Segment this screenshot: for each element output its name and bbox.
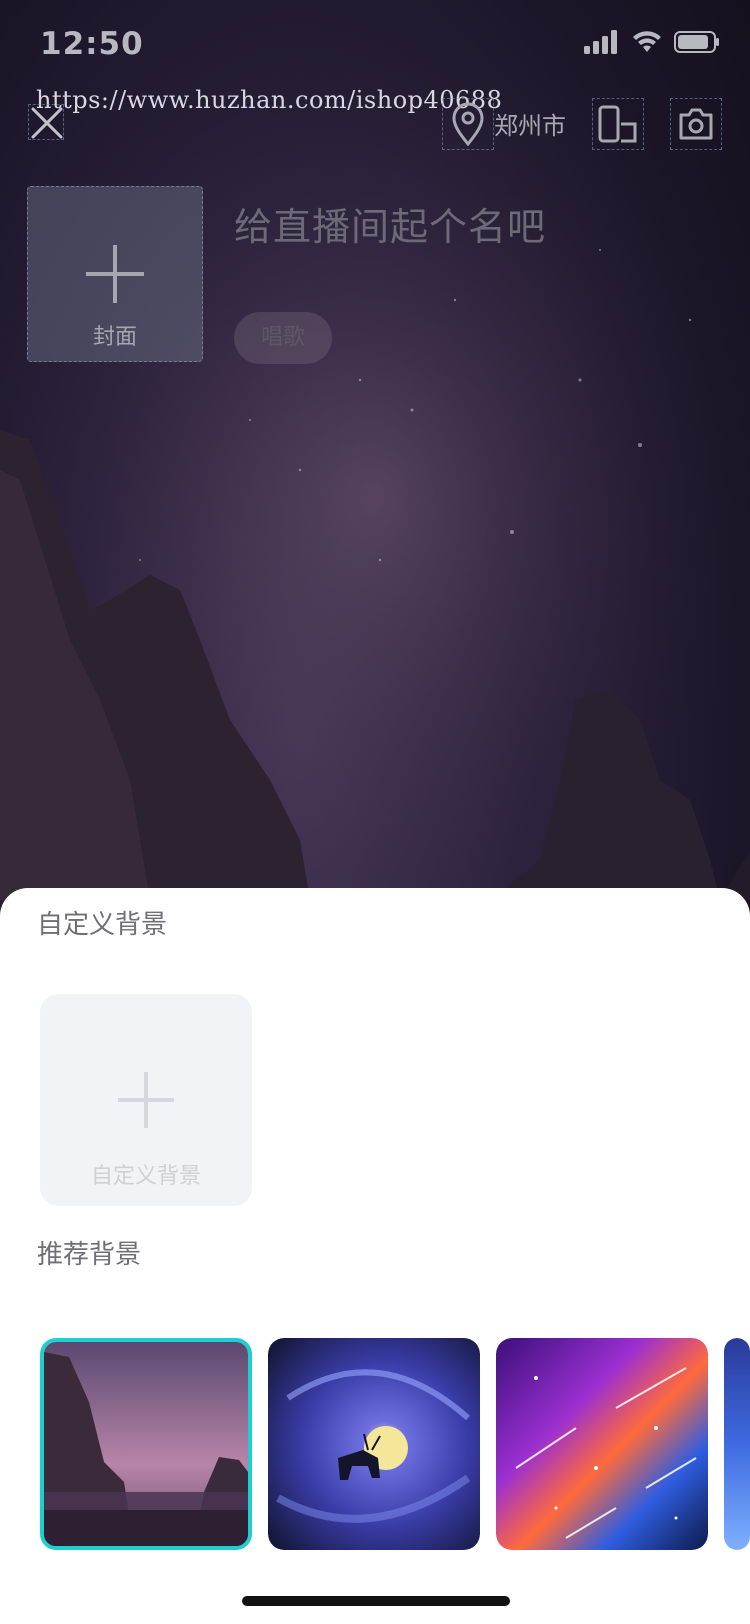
camera-switch-button[interactable] (670, 98, 722, 150)
signal-icon (584, 30, 617, 54)
status-bar: 12:50 (0, 0, 750, 90)
location-button[interactable] (442, 98, 494, 150)
background-thumb-deer[interactable] (268, 1338, 480, 1550)
status-icons (584, 30, 720, 54)
galaxy-image (496, 1338, 708, 1550)
home-indicator (242, 1596, 510, 1606)
recommended-background-list (0, 1338, 750, 1550)
screen-orientation-icon (598, 105, 637, 143)
background-thumb-canyon[interactable] (40, 1338, 252, 1550)
custom-background-tile-label: 自定义背景 (90, 1164, 201, 1189)
cover-upload-button[interactable]: 封面 (27, 186, 203, 362)
status-time: 12:50 (40, 26, 144, 62)
custom-background-title: 自定义背景 (37, 910, 168, 940)
close-button[interactable] (28, 104, 64, 140)
location-label[interactable]: 郑州市 (494, 106, 566, 141)
background-thumb-partial[interactable] (724, 1338, 750, 1550)
orientation-button[interactable] (592, 98, 644, 150)
room-title-input[interactable]: 给直播间起个名吧 (234, 196, 546, 251)
camera-switch-icon (679, 108, 713, 140)
cover-label: 封面 (92, 325, 137, 350)
partial-image (724, 1338, 750, 1550)
recommended-background-title: 推荐背景 (37, 1240, 142, 1270)
live-setup-screen: 12:50 https://www.huzhan.com/ishop40688 (0, 0, 750, 1624)
wifi-icon (633, 31, 661, 52)
canyon-image (44, 1342, 248, 1546)
watermark-url: https://www.huzhan.com/ishop40688 (36, 86, 503, 114)
battery-icon (674, 31, 719, 53)
close-icon (31, 107, 63, 139)
location-pin-icon (452, 102, 484, 146)
category-tag-button[interactable]: 唱歌 (234, 312, 332, 364)
custom-background-upload-button[interactable]: 自定义背景 (40, 994, 252, 1206)
background-thumb-galaxy[interactable] (496, 1338, 708, 1550)
plus-icon (118, 1072, 174, 1128)
deer-moon-image (268, 1338, 480, 1550)
background-picker-sheet: 自定义背景 自定义背景 推荐背景 (0, 888, 750, 1624)
plus-icon (86, 245, 144, 303)
